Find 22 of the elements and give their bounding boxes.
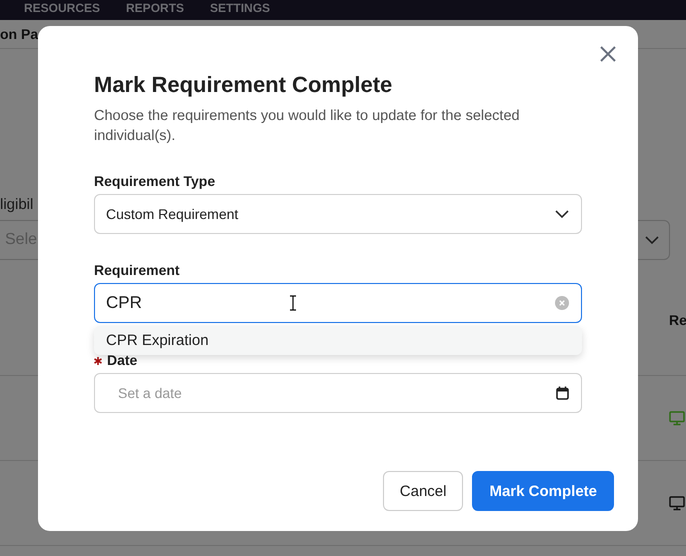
column-header: Re <box>669 312 686 328</box>
nav-link[interactable]: SETTINGS <box>210 2 270 15</box>
filter-label: ligibil <box>0 195 34 215</box>
text-cursor-icon <box>289 295 297 311</box>
dialog-title: Mark Requirement Complete <box>94 72 394 98</box>
select-field[interactable]: Custom Requirement <box>94 194 582 234</box>
nav-link[interactable]: RESOURCES <box>24 2 100 15</box>
suggestion-item[interactable]: CPR Expiration <box>94 326 582 355</box>
calendar-icon <box>556 386 569 400</box>
confirm-button[interactable]: Mark Complete <box>472 471 614 511</box>
chevron-down-icon <box>555 210 569 218</box>
search-field[interactable]: CPR <box>94 283 582 323</box>
page-heading: on Pa <box>0 26 38 42</box>
cancel-button[interactable]: Cancel <box>382 471 464 511</box>
dialog-subtitle: Choose the requirements you would like to update for the selected individual(s). <box>94 107 521 146</box>
chevron-down-icon <box>645 236 659 244</box>
field-label: Date <box>107 352 138 370</box>
close-icon[interactable] <box>600 46 616 62</box>
nav-link[interactable]: REPORTS <box>126 2 184 15</box>
field-label: Requirement <box>94 262 180 280</box>
field-label: Requirement Type <box>94 173 216 191</box>
date-field[interactable]: Set a date <box>94 373 582 413</box>
